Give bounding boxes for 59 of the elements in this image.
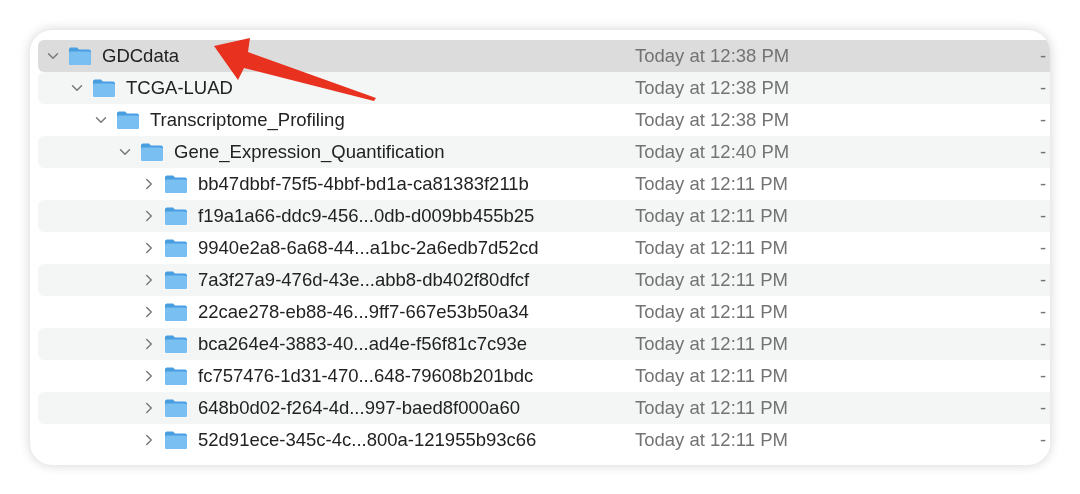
date-modified: Today at 12:11 PM: [635, 205, 788, 227]
file-size: -: [1040, 45, 1047, 67]
file-size: -: [1040, 333, 1047, 355]
folder-name: 648b0d02-f264-4d...997-baed8f000a60: [198, 397, 520, 419]
file-size: -: [1040, 77, 1047, 99]
folder-icon: [164, 270, 188, 290]
folder-name: bb47dbbf-75f5-4bbf-bd1a-ca81383f211b: [198, 173, 529, 195]
file-size: -: [1040, 237, 1047, 259]
folder-name: f19a1a66-ddc9-456...0db-d009bb455b25: [198, 205, 535, 227]
folder-icon: [68, 46, 92, 66]
file-size: -: [1040, 109, 1047, 131]
folder-row[interactable]: GDCdata Today at 12:38 PM -: [38, 40, 1050, 72]
date-modified: Today at 12:11 PM: [635, 397, 788, 419]
date-modified: Today at 12:11 PM: [635, 429, 788, 451]
date-modified: Today at 12:11 PM: [635, 269, 788, 291]
date-modified: Today at 12:11 PM: [635, 333, 788, 355]
folder-icon: [164, 238, 188, 258]
folder-row[interactable]: f19a1a66-ddc9-456...0db-d009bb455b25 Today at 12:11 PM -: [38, 200, 1050, 232]
file-size: -: [1040, 173, 1047, 195]
folder-icon: [92, 78, 116, 98]
folder-name: fc757476-1d31-470...648-79608b201bdc: [198, 365, 534, 387]
folder-row[interactable]: 648b0d02-f264-4d...997-baed8f000a60 Today at 12:11 PM -: [38, 392, 1050, 424]
file-size: -: [1040, 429, 1047, 451]
folder-name: TCGA-LUAD: [126, 77, 233, 99]
file-size: -: [1040, 205, 1047, 227]
folder-icon: [164, 366, 188, 386]
date-modified: Today at 12:11 PM: [635, 365, 788, 387]
file-size: -: [1040, 397, 1047, 419]
folder-row[interactable]: Gene_Expression_Quantification Today at 12:40 PM -: [38, 136, 1050, 168]
file-size: -: [1040, 301, 1047, 323]
date-modified: Today at 12:38 PM: [635, 45, 790, 67]
folder-name: GDCdata: [102, 45, 180, 67]
file-size: -: [1040, 269, 1047, 291]
date-modified: Today at 12:11 PM: [635, 173, 788, 195]
date-modified: Today at 12:38 PM: [635, 77, 790, 99]
folder-icon: [164, 302, 188, 322]
date-modified: Today at 12:11 PM: [635, 301, 788, 323]
folder-row[interactable]: bca264e4-3883-40...ad4e-f56f81c7c93e Today at 12:11 PM -: [38, 328, 1050, 360]
folder-row[interactable]: 7a3f27a9-476d-43e...abb8-db402f80dfcf Today at 12:11 PM -: [38, 264, 1050, 296]
file-size: -: [1040, 365, 1047, 387]
folder-icon: [140, 142, 164, 162]
folder-name: Transcriptome_Profiling: [150, 109, 345, 131]
folder-icon: [164, 430, 188, 450]
date-modified: Today at 12:38 PM: [635, 109, 790, 131]
folder-icon: [164, 398, 188, 418]
folder-icon: [164, 206, 188, 226]
folder-name: 52d91ece-345c-4c...800a-121955b93c66: [198, 429, 537, 451]
folder-row[interactable]: TCGA-LUAD Today at 12:38 PM -: [38, 72, 1050, 104]
folder-name: Gene_Expression_Quantification: [174, 141, 445, 163]
folder-icon: [164, 174, 188, 194]
folder-icon: [116, 110, 140, 130]
folder-name: 9940e2a8-6a68-44...a1bc-2a6edb7d52cd: [198, 237, 539, 259]
folder-name: 7a3f27a9-476d-43e...abb8-db402f80dfcf: [198, 269, 530, 291]
folder-name: bca264e4-3883-40...ad4e-f56f81c7c93e: [198, 333, 528, 355]
date-modified: Today at 12:11 PM: [635, 237, 788, 259]
date-modified: Today at 12:40 PM: [635, 141, 790, 163]
folder-icon: [164, 334, 188, 354]
folder-name: 22cae278-eb88-46...9ff7-667e53b50a34: [198, 301, 529, 323]
file-size: -: [1040, 141, 1047, 163]
